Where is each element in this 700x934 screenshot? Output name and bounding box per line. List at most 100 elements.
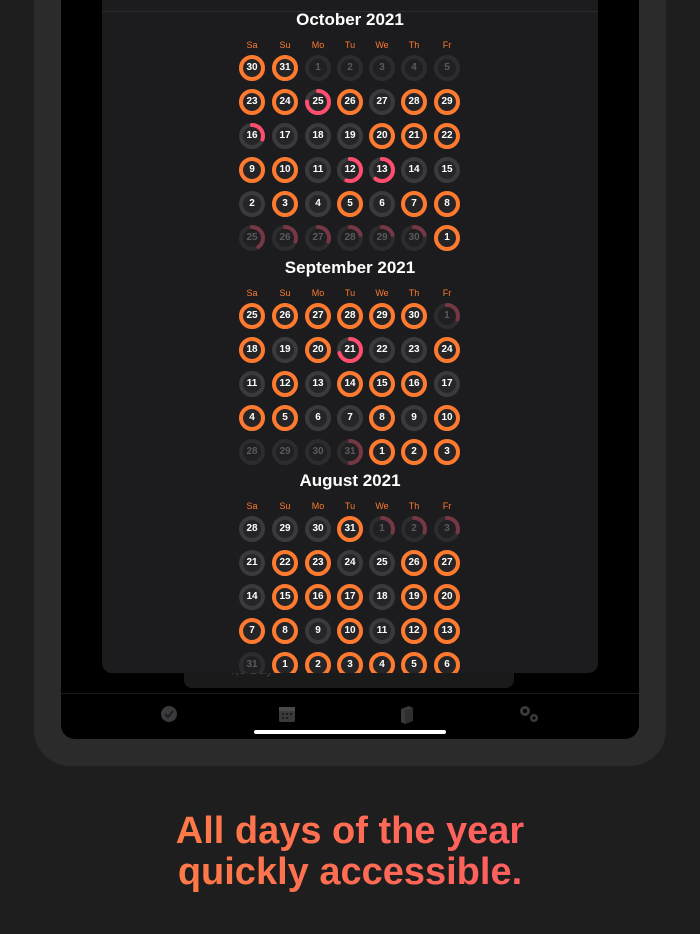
calendar-day[interactable]: 17 <box>433 370 461 398</box>
calendar-day[interactable]: 18 <box>304 122 332 150</box>
calendar-day[interactable]: 12 <box>271 370 299 398</box>
calendar-day[interactable]: 18 <box>238 336 266 364</box>
calendar-day[interactable]: 8 <box>368 404 396 432</box>
calendar-day[interactable]: 28 <box>238 515 266 543</box>
calendar-day[interactable]: 19 <box>400 583 428 611</box>
calendar-day[interactable]: 25 <box>238 224 266 252</box>
calendar-day[interactable]: 19 <box>271 336 299 364</box>
calendar-day[interactable]: 13 <box>368 156 396 184</box>
calendar-day[interactable]: 30 <box>238 54 266 82</box>
gears-icon[interactable] <box>516 702 540 726</box>
calendar-day[interactable]: 6 <box>433 651 461 673</box>
calendar-day[interactable]: 31 <box>238 651 266 673</box>
calendar-day[interactable]: 5 <box>271 404 299 432</box>
calendar-day[interactable]: 3 <box>336 651 364 673</box>
calendar-day[interactable]: 7 <box>238 617 266 645</box>
calendar-day[interactable]: 11 <box>304 156 332 184</box>
calendar-day[interactable]: 23 <box>400 336 428 364</box>
calendar-day[interactable]: 15 <box>271 583 299 611</box>
calendar-day[interactable]: 22 <box>433 122 461 150</box>
calendar-day[interactable]: 26 <box>271 302 299 330</box>
calendar-day[interactable]: 27 <box>304 302 332 330</box>
calendar-day[interactable]: 3 <box>433 438 461 466</box>
calendar-day[interactable]: 2 <box>400 438 428 466</box>
calendar-day[interactable]: 9 <box>238 156 266 184</box>
calendar-day[interactable]: 26 <box>271 224 299 252</box>
calendar-day[interactable]: 8 <box>433 190 461 218</box>
calendar-day[interactable]: 1 <box>433 302 461 330</box>
calendar-day[interactable]: 2 <box>238 190 266 218</box>
calendar-day[interactable]: 28 <box>336 302 364 330</box>
calendar-day[interactable]: 29 <box>368 224 396 252</box>
book-icon[interactable] <box>395 702 419 726</box>
calendar-day[interactable]: 19 <box>336 122 364 150</box>
calendar-day[interactable]: 26 <box>336 88 364 116</box>
calendar-day[interactable]: 28 <box>238 438 266 466</box>
calendar-day[interactable]: 30 <box>304 438 332 466</box>
calendar-day[interactable]: 31 <box>336 515 364 543</box>
calendar-day[interactable]: 29 <box>271 438 299 466</box>
calendar-day[interactable]: 10 <box>336 617 364 645</box>
calendar-day[interactable]: 20 <box>368 122 396 150</box>
calendar-day[interactable]: 4 <box>304 190 332 218</box>
calendar-day[interactable]: 9 <box>400 404 428 432</box>
calendar-day[interactable]: 2 <box>304 651 332 673</box>
calendar-day[interactable]: 1 <box>368 438 396 466</box>
calendar-day[interactable]: 17 <box>271 122 299 150</box>
calendar-day[interactable]: 15 <box>368 370 396 398</box>
calendar-day[interactable]: 4 <box>368 651 396 673</box>
calendar-day[interactable]: 29 <box>433 88 461 116</box>
calendar-day[interactable]: 24 <box>271 88 299 116</box>
calendar-day[interactable]: 1 <box>433 224 461 252</box>
calendar-day[interactable]: 2 <box>400 515 428 543</box>
calendar-day[interactable]: 1 <box>271 651 299 673</box>
calendar-day[interactable]: 27 <box>304 224 332 252</box>
calendar-day[interactable]: 14 <box>238 583 266 611</box>
calendar-day[interactable]: 1 <box>368 515 396 543</box>
calendar-day[interactable]: 6 <box>368 190 396 218</box>
calendar-day[interactable]: 14 <box>336 370 364 398</box>
calendar-day[interactable]: 29 <box>271 515 299 543</box>
calendar-day[interactable]: 1 <box>304 54 332 82</box>
calendar-day[interactable]: 22 <box>368 336 396 364</box>
calendar-day[interactable]: 2 <box>336 54 364 82</box>
calendar-day[interactable]: 23 <box>238 88 266 116</box>
home-indicator[interactable] <box>254 730 446 734</box>
calendar-day[interactable]: 21 <box>336 336 364 364</box>
calendar-day[interactable]: 5 <box>433 54 461 82</box>
calendar-day[interactable]: 11 <box>368 617 396 645</box>
calendar-day[interactable]: 29 <box>368 302 396 330</box>
calendar-day[interactable]: 28 <box>336 224 364 252</box>
calendar-day[interactable]: 11 <box>238 370 266 398</box>
calendar-day[interactable]: 17 <box>336 583 364 611</box>
calendar-day[interactable]: 3 <box>368 54 396 82</box>
calendar-day[interactable]: 10 <box>433 404 461 432</box>
calendar-day[interactable]: 13 <box>433 617 461 645</box>
calendar-day[interactable]: 16 <box>400 370 428 398</box>
checkmark-circle-icon[interactable] <box>157 702 181 726</box>
calendar-day[interactable]: 30 <box>400 302 428 330</box>
calendar-day[interactable]: 12 <box>336 156 364 184</box>
calendar-day[interactable]: 27 <box>433 549 461 577</box>
calendar-day[interactable]: 30 <box>400 224 428 252</box>
calendar-day[interactable]: 5 <box>336 190 364 218</box>
calendar-day[interactable]: 7 <box>400 190 428 218</box>
calendar-day[interactable]: 20 <box>433 583 461 611</box>
calendar-day[interactable]: 14 <box>400 156 428 184</box>
calendar-sheet[interactable]: October 2021 Sa Su Mo Tu We Th Fr 30 31 1 2 3 4 5 23 24 2… <box>102 0 598 673</box>
calendar-day[interactable]: 25 <box>304 88 332 116</box>
calendar-day[interactable]: 3 <box>433 515 461 543</box>
calendar-day[interactable]: 23 <box>304 549 332 577</box>
calendar-day[interactable]: 27 <box>368 88 396 116</box>
calendar-day[interactable]: 30 <box>304 515 332 543</box>
calendar-day[interactable]: 21 <box>238 549 266 577</box>
calendar-day[interactable]: 7 <box>336 404 364 432</box>
calendar-day[interactable]: 15 <box>433 156 461 184</box>
calendar-day[interactable]: 18 <box>368 583 396 611</box>
calendar-day[interactable]: 6 <box>304 404 332 432</box>
calendar-day[interactable]: 13 <box>304 370 332 398</box>
calendar-day[interactable]: 22 <box>271 549 299 577</box>
calendar-day[interactable]: 31 <box>271 54 299 82</box>
calendar-day[interactable]: 16 <box>304 583 332 611</box>
calendar-day[interactable]: 4 <box>238 404 266 432</box>
